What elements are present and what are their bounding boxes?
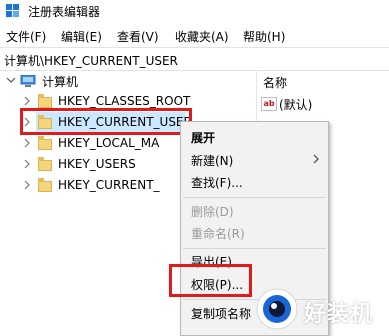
menu-item-copy-key-name[interactable]: 复制项名称 bbox=[191, 305, 251, 322]
chevron-right-icon[interactable] bbox=[22, 159, 32, 169]
menu-file[interactable]: 文件(F) bbox=[6, 28, 46, 45]
watermark-logo-icon bbox=[256, 288, 298, 330]
menu-item-delete: 删除(D) bbox=[191, 205, 234, 219]
folder-icon bbox=[38, 94, 52, 108]
menu-edit[interactable]: 编辑(E) bbox=[61, 28, 102, 45]
tree-label: HKEY_CLASSES_ROOT bbox=[58, 94, 191, 108]
menu-item-rename: 重命名(R) bbox=[191, 227, 245, 241]
string-value-icon: ab bbox=[261, 97, 277, 111]
tree-label: HKEY_CURRENT_ bbox=[58, 178, 160, 192]
registry-editor-icon bbox=[6, 4, 19, 17]
chevron-down-icon[interactable] bbox=[6, 75, 16, 85]
submenu-arrow-icon bbox=[313, 154, 319, 164]
folder-icon bbox=[38, 136, 52, 150]
chevron-right-icon[interactable] bbox=[22, 96, 32, 106]
menu-bar: 文件(F) 编辑(E) 查看(V) 收藏夹(A) 帮助(H) bbox=[0, 26, 389, 46]
folder-icon bbox=[38, 157, 52, 171]
tree-label: HKEY_USERS bbox=[58, 157, 136, 171]
address-path: 计算机\HKEY_CURRENT_USER bbox=[4, 54, 178, 68]
menu-view[interactable]: 查看(V) bbox=[117, 28, 159, 45]
watermark-text: 好装机 bbox=[304, 302, 374, 327]
menu-item-find[interactable]: 查找(F)... bbox=[191, 174, 243, 191]
tree-item-computer[interactable]: 计算机 bbox=[0, 70, 256, 92]
menu-item-new[interactable]: 新建(N) bbox=[191, 152, 233, 169]
annotation-box-permissions bbox=[169, 264, 252, 297]
title-bar: 注册表编辑器 bbox=[0, 0, 389, 22]
value-name: (默认) bbox=[279, 98, 313, 112]
chevron-right-icon[interactable] bbox=[22, 138, 32, 148]
window-title: 注册表编辑器 bbox=[28, 5, 101, 19]
column-header-name[interactable]: 名称 bbox=[263, 74, 287, 91]
menu-separator bbox=[183, 197, 326, 198]
menu-separator bbox=[183, 248, 326, 249]
annotation-box-hkcu bbox=[20, 108, 192, 135]
watermark: 好装机 bbox=[252, 285, 389, 336]
tree-label: HKEY_LOCAL_MA bbox=[58, 136, 160, 150]
folder-icon bbox=[38, 178, 52, 192]
computer-icon bbox=[20, 75, 36, 87]
chevron-right-icon[interactable] bbox=[22, 180, 32, 190]
menu-help[interactable]: 帮助(H) bbox=[243, 28, 285, 45]
tree-label-computer: 计算机 bbox=[42, 75, 79, 89]
menu-item-expand[interactable]: 展开 bbox=[191, 129, 215, 146]
menu-favorites[interactable]: 收藏夹(A) bbox=[175, 28, 229, 45]
address-bar[interactable]: 计算机\HKEY_CURRENT_USER bbox=[0, 47, 389, 71]
